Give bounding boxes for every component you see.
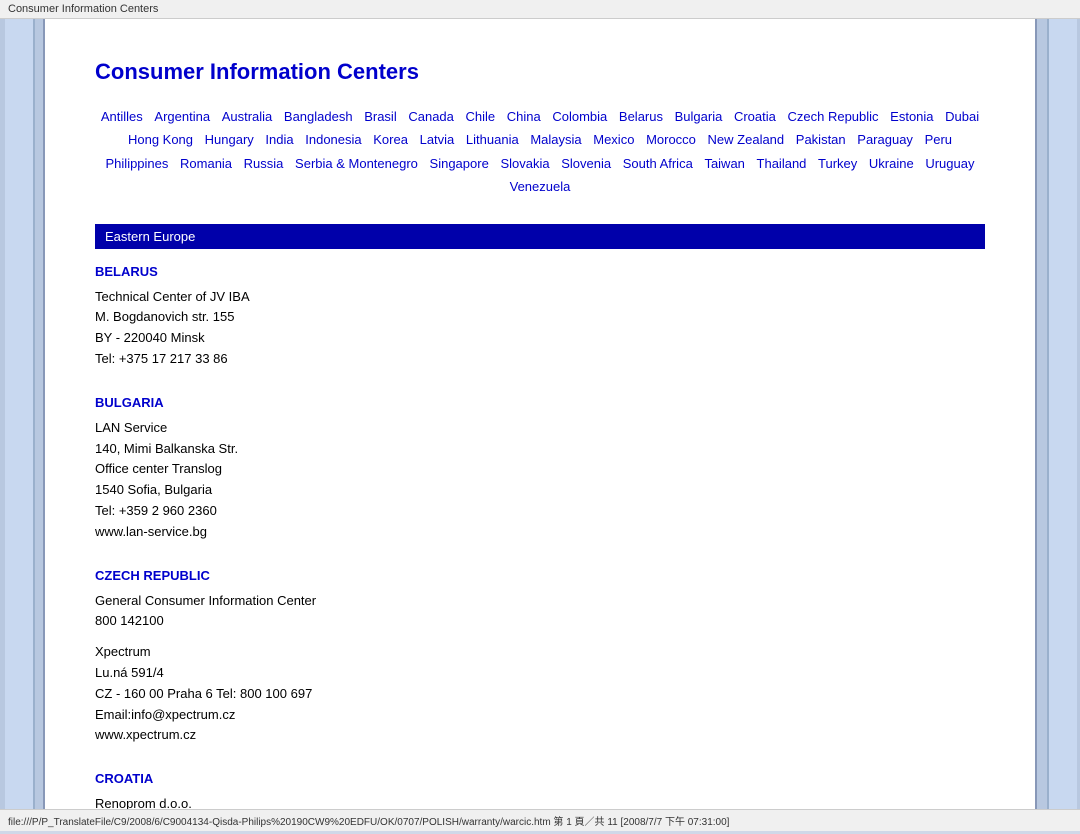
country-block-bulgaria: BULGARIA LAN Service140, Mimi Balkanska S… (95, 395, 985, 543)
nav-link-morocco[interactable]: Morocco (646, 132, 696, 147)
page-title: Consumer Information Centers (95, 59, 985, 85)
nav-link-pakistan[interactable]: Pakistan (796, 132, 846, 147)
nav-link-mexico[interactable]: Mexico (593, 132, 634, 147)
nav-link-malaysia[interactable]: Malaysia (530, 132, 581, 147)
nav-link-philippines[interactable]: Philippines (106, 156, 169, 171)
nav-link-korea[interactable]: Korea (373, 132, 408, 147)
nav-link-australia[interactable]: Australia (222, 109, 273, 124)
countries-container: BELARUS Technical Center of JV IBAM. Bogd… (95, 264, 985, 809)
status-bar: file:///P/P_TranslateFile/C9/2008/6/C900… (0, 809, 1080, 831)
nav-link-hong-kong[interactable]: Hong Kong (128, 132, 193, 147)
nav-link-peru[interactable]: Peru (925, 132, 952, 147)
nav-link-estonia[interactable]: Estonia (890, 109, 933, 124)
nav-link-venezuela[interactable]: Venezuela (510, 179, 571, 194)
nav-link-dubai[interactable]: Dubai (945, 109, 979, 124)
nav-link-turkey[interactable]: Turkey (818, 156, 857, 171)
section-header: Eastern Europe (95, 224, 985, 249)
country-info-line: Renoprom d.o.o. (95, 794, 985, 809)
country-title: BELARUS (95, 264, 985, 279)
nav-link-hungary[interactable]: Hungary (205, 132, 254, 147)
country-info-line: M. Bogdanovich str. 155 (95, 307, 985, 328)
nav-link-latvia[interactable]: Latvia (420, 132, 455, 147)
nav-link-ukraine[interactable]: Ukraine (869, 156, 914, 171)
nav-link-bangladesh[interactable]: Bangladesh (284, 109, 353, 124)
nav-link-belarus[interactable]: Belarus (619, 109, 663, 124)
nav-link-brasil[interactable]: Brasil (364, 109, 397, 124)
country-info-line: Office center Translog (95, 459, 985, 480)
country-info-line: BY - 220040 Minsk (95, 328, 985, 349)
country-title: CROATIA (95, 771, 985, 786)
sidebar-right (1035, 19, 1080, 809)
title-bar-text: Consumer Information Centers (8, 3, 158, 15)
country-title: BULGARIA (95, 395, 985, 410)
nav-link-uruguay[interactable]: Uruguay (925, 156, 974, 171)
country-block-croatia: CROATIA Renoprom d.o.o.Mlinska 5, StrmecH… (95, 771, 985, 809)
country-info-line: Tel: +359 2 960 2360 (95, 501, 985, 522)
nav-link-singapore[interactable]: Singapore (430, 156, 489, 171)
country-info-line: www.xpectrum.cz (95, 725, 985, 746)
country-info-line: www.lan-service.bg (95, 522, 985, 543)
country-info-line: 1540 Sofia, Bulgaria (95, 480, 985, 501)
nav-link-chile[interactable]: Chile (466, 109, 496, 124)
country-info-line: Tel: +375 17 217 33 86 (95, 349, 985, 370)
nav-link-czech-republic[interactable]: Czech Republic (787, 109, 878, 124)
country-info-line: Lu.ná 591/4 (95, 663, 985, 684)
nav-link-bulgaria[interactable]: Bulgaria (675, 109, 723, 124)
nav-link-colombia[interactable]: Colombia (552, 109, 607, 124)
country-info-block: General Consumer Information Center800 1… (95, 591, 985, 633)
country-info: Technical Center of JV IBAM. Bogdanovich… (95, 287, 985, 370)
nav-link-serbia-and-montenegro[interactable]: Serbia & Montenegro (295, 156, 418, 171)
country-info-line: CZ - 160 00 Praha 6 Tel: 800 100 697 (95, 684, 985, 705)
browser-layout: Consumer Information Centers Antilles Ar… (0, 19, 1080, 809)
nav-link-taiwan[interactable]: Taiwan (704, 156, 744, 171)
nav-link-canada[interactable]: Canada (408, 109, 454, 124)
nav-link-new-zealand[interactable]: New Zealand (708, 132, 785, 147)
country-title: CZECH REPUBLIC (95, 568, 985, 583)
nav-link-lithuania[interactable]: Lithuania (466, 132, 519, 147)
nav-link-slovenia[interactable]: Slovenia (561, 156, 611, 171)
sidebar-left-inner (5, 19, 35, 809)
main-content: Consumer Information Centers Antilles Ar… (45, 19, 1035, 809)
nav-links: Antilles Argentina Australia Bangladesh … (95, 105, 985, 199)
nav-link-romania[interactable]: Romania (180, 156, 232, 171)
country-info-line: LAN Service (95, 418, 985, 439)
title-bar: Consumer Information Centers (0, 0, 1080, 19)
nav-link-thailand[interactable]: Thailand (757, 156, 807, 171)
nav-link-south-africa[interactable]: South Africa (623, 156, 693, 171)
nav-link-slovakia[interactable]: Slovakia (500, 156, 549, 171)
nav-link-paraguay[interactable]: Paraguay (857, 132, 913, 147)
country-info: LAN Service140, Mimi Balkanska Str.Offic… (95, 418, 985, 543)
country-info-line: 800 142100 (95, 611, 985, 632)
country-info-block: XpectrumLu.ná 591/4CZ - 160 00 Praha 6 T… (95, 642, 985, 746)
country-info-line: Technical Center of JV IBA (95, 287, 985, 308)
country-block-czech-republic: CZECH REPUBLIC General Consumer Informati… (95, 568, 985, 747)
country-info-line: 140, Mimi Balkanska Str. (95, 439, 985, 460)
sidebar-left (0, 19, 45, 809)
country-info-line: Xpectrum (95, 642, 985, 663)
nav-link-indonesia[interactable]: Indonesia (305, 132, 361, 147)
nav-link-india[interactable]: India (265, 132, 293, 147)
country-info: Renoprom d.o.o.Mlinska 5, StrmecHR - 414… (95, 794, 985, 809)
country-info-line: Email:info@xpectrum.cz (95, 705, 985, 726)
status-bar-text: file:///P/P_TranslateFile/C9/2008/6/C900… (8, 817, 729, 828)
nav-link-antilles[interactable]: Antilles (101, 109, 143, 124)
country-info-line: General Consumer Information Center (95, 591, 985, 612)
nav-link-croatia[interactable]: Croatia (734, 109, 776, 124)
nav-link-russia[interactable]: Russia (244, 156, 284, 171)
country-block-belarus: BELARUS Technical Center of JV IBAM. Bogd… (95, 264, 985, 370)
nav-link-argentina[interactable]: Argentina (154, 109, 210, 124)
sidebar-right-inner (1047, 19, 1077, 809)
nav-link-china[interactable]: China (507, 109, 541, 124)
